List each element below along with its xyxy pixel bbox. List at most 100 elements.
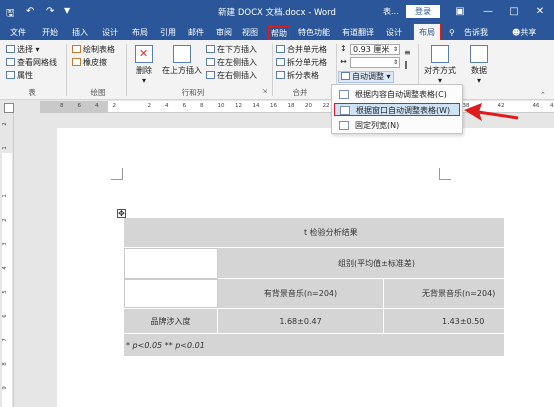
ruler-tick-label: 22 xyxy=(322,103,330,109)
tab-references[interactable]: 引用 xyxy=(160,26,176,40)
tab-insert[interactable]: 插入 xyxy=(72,26,88,40)
share-button[interactable]: ☻共享 xyxy=(512,26,536,40)
distribute-cols-icon[interactable]: ‖ xyxy=(404,60,408,70)
row-height-input[interactable]: 0.93 厘米 ⇕ xyxy=(350,44,400,55)
col-header-bg-music-label: 有背景音乐(n=204) xyxy=(263,289,338,298)
properties-button[interactable]: 属性 xyxy=(6,71,33,81)
split-table-label: 拆分表格 xyxy=(287,71,319,80)
maximize-icon[interactable]: □ xyxy=(504,4,524,20)
insert-above-button[interactable]: 在上方插入 xyxy=(160,45,204,76)
value-bg-music: 1.68±0.47 xyxy=(279,317,322,326)
tab-youdao-translate[interactable]: 有道翻译 xyxy=(342,26,374,40)
login-button[interactable]: 登录 xyxy=(406,5,440,18)
split-cells-label: 拆分单元格 xyxy=(287,58,327,67)
spinner-icon[interactable]: ⇕ xyxy=(393,45,398,55)
data-button[interactable]: 数据 ▾ xyxy=(464,45,494,85)
close-icon[interactable]: ✕ xyxy=(530,4,550,20)
ruler-tick-label: 2 xyxy=(147,103,152,109)
view-gridlines-button[interactable]: 查看网格线 xyxy=(6,58,57,68)
distribute-rows-icon[interactable]: ≡ xyxy=(404,48,411,58)
tell-me-search[interactable]: 告诉我 xyxy=(464,26,488,40)
split-cells-button[interactable]: 拆分单元格 xyxy=(276,58,327,68)
data-icon xyxy=(470,45,488,63)
ribbon-display-options-icon[interactable]: ▣ xyxy=(450,4,470,20)
tab-mailings[interactable]: 邮件 xyxy=(188,26,204,40)
alignment-label: 对齐方式 xyxy=(424,66,456,75)
insert-left-button[interactable]: 在左侧插入 xyxy=(206,58,257,68)
ruler-tick-label: 8 xyxy=(60,103,64,109)
tab-home[interactable]: 开始 xyxy=(42,26,58,40)
col-header-bg-music[interactable]: 有背景音乐(n=204) xyxy=(218,279,384,308)
group-label-table: 表 xyxy=(28,88,36,97)
draw-table-label: 绘制表格 xyxy=(83,45,115,54)
insert-right-button[interactable]: 在右侧插入 xyxy=(206,71,257,81)
alignment-button[interactable]: 对齐方式 ▾ xyxy=(422,45,458,85)
tab-review[interactable]: 审阅 xyxy=(216,26,232,40)
table-title-cell[interactable]: t 检验分析结果 xyxy=(124,218,504,248)
undo-icon[interactable]: ↶ xyxy=(26,6,34,17)
autofit-contents-icon xyxy=(339,90,349,99)
fixed-column-width-item[interactable]: 固定列宽(N) xyxy=(334,119,460,132)
tab-view[interactable]: 视图 xyxy=(242,26,258,40)
autofit-window-item[interactable]: 根据窗口自动调整表格(W) xyxy=(334,103,460,116)
group-header-cell[interactable]: 组别(平均值±标准差) xyxy=(218,248,504,279)
tab-design[interactable]: 设计 xyxy=(102,26,118,40)
col-header-no-bg-music[interactable]: 无背景音乐(n=204) xyxy=(384,279,504,308)
value-cell-bg-music[interactable]: 1.68±0.47 xyxy=(218,308,384,333)
table-footnote: * p<0.05 ** p<0.01 xyxy=(126,341,205,350)
tab-table-layout[interactable]: 布局 xyxy=(413,23,441,41)
insert-above-label: 在上方插入 xyxy=(162,66,202,75)
crop-mark xyxy=(439,168,451,180)
rows-cols-dialog-launcher-icon[interactable]: ⇲ xyxy=(262,87,267,97)
autofit-window-label: 根据窗口自动调整表格(W) xyxy=(356,106,451,115)
share-label: 共享 xyxy=(520,28,537,37)
eraser-icon xyxy=(72,58,81,66)
ruler-tick-label: 2 xyxy=(1,122,8,126)
data-table[interactable]: t 检验分析结果 组别(平均值±标准差) 有背景音乐(n=204) 无背景音乐(… xyxy=(124,218,504,356)
data-label: 数据 xyxy=(471,66,487,75)
select-icon xyxy=(6,45,15,53)
ruler-tick-label: 2 xyxy=(1,218,8,222)
value-cell-no-bg-music[interactable]: 1.43±0.50 xyxy=(384,308,504,333)
customize-quick-access-icon[interactable]: ▼ xyxy=(64,6,70,15)
table-move-handle-icon[interactable]: ✥ xyxy=(117,209,126,218)
ruler-tick-label: 18 xyxy=(287,103,295,109)
tab-table-design[interactable]: 设计 xyxy=(386,26,402,40)
tab-selector[interactable] xyxy=(4,103,14,113)
save-icon[interactable]: 🖫 xyxy=(6,6,15,23)
col-header-no-bg-music-label: 无背景音乐(n=204) xyxy=(422,289,496,298)
vertical-ruler[interactable]: 2 1 1 2 3 4 5 6 7 8 9 xyxy=(0,113,14,407)
row-label-cell[interactable]: 品牌涉入度 xyxy=(124,308,218,333)
insert-left-label: 在左侧插入 xyxy=(217,58,257,67)
draw-table-button[interactable]: 绘制表格 xyxy=(72,45,115,55)
footnote-cell[interactable]: * p<0.05 ** p<0.01 xyxy=(124,333,504,356)
ruler-tick-label: 5 xyxy=(1,290,8,294)
tab-special-features[interactable]: 特色功能 xyxy=(298,26,330,40)
autofit-contents-item[interactable]: 根据内容自动调整表格(C) xyxy=(334,88,460,101)
spinner-icon[interactable]: ⇕ xyxy=(393,58,398,68)
tab-file[interactable]: 文件 xyxy=(10,26,26,40)
ruler-tick-label: 12 xyxy=(235,103,242,109)
autofit-button[interactable]: 自动调整 ▾ xyxy=(338,71,394,83)
minimize-icon[interactable]: — xyxy=(478,4,498,20)
lightbulb-icon[interactable]: ⚲ xyxy=(449,26,455,40)
ruler-tick-label: 9 xyxy=(1,386,8,390)
collapse-ribbon-icon[interactable]: ⌃ xyxy=(540,90,546,100)
empty-header-cell[interactable] xyxy=(124,248,218,279)
insert-below-button[interactable]: 在下方插入 xyxy=(206,45,257,55)
group-label-merge: 合并 xyxy=(292,88,308,97)
delete-button[interactable]: ✕ 删除 ▾ xyxy=(132,45,156,85)
redo-icon[interactable]: ↷ xyxy=(46,6,54,17)
ruler-tick-label: 1 xyxy=(1,146,8,150)
delete-table-icon: ✕ xyxy=(135,45,153,63)
delete-label: 删除 xyxy=(136,66,152,75)
merge-cells-button[interactable]: 合并单元格 xyxy=(276,45,327,55)
tab-page-layout[interactable]: 布局 xyxy=(132,26,148,40)
properties-icon xyxy=(6,71,15,79)
col-width-input[interactable]: ⇕ xyxy=(350,57,400,68)
select-button[interactable]: 选择 ▾ xyxy=(6,45,40,55)
eraser-button[interactable]: 橡皮擦 xyxy=(72,58,107,68)
tab-help[interactable]: 帮助 xyxy=(268,26,290,40)
split-table-button[interactable]: 拆分表格 xyxy=(276,71,319,81)
empty-header-cell[interactable] xyxy=(124,279,218,308)
